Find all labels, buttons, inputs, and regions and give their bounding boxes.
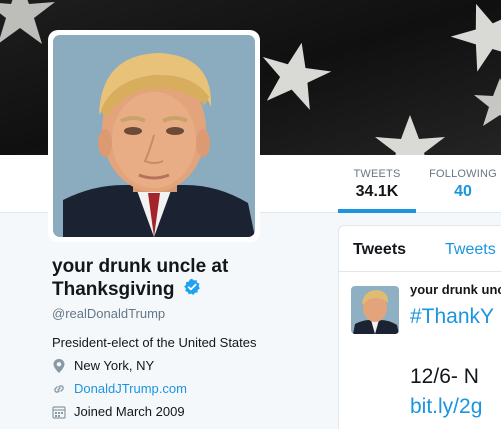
stat-tweets[interactable]: TWEETS 34.1K — [338, 155, 416, 213]
timeline-tabs: Tweets Tweets — [339, 226, 501, 272]
tweet-author[interactable]: your drunk unc — [410, 282, 501, 297]
profile-website: DonaldJTrump.com — [52, 381, 322, 396]
stat-following-label: FOLLOWING — [429, 168, 497, 180]
profile-bio: President-elect of the United States — [52, 335, 257, 350]
timeline-panel: Tweets Tweets your drunk unc #ThankY 12/… — [338, 225, 501, 429]
tweet-link[interactable]: bit.ly/2g — [410, 392, 494, 422]
stat-following-value: 40 — [454, 183, 472, 200]
stat-following[interactable]: FOLLOWING 40 — [424, 155, 501, 213]
avatar[interactable] — [53, 35, 255, 237]
tab-tweets-replies[interactable]: Tweets — [445, 241, 496, 259]
profile-handle[interactable]: @realDonaldTrump — [52, 306, 322, 321]
verified-badge-icon — [183, 278, 201, 302]
tweet-hashtag[interactable]: #ThankY — [410, 302, 494, 332]
profile-name-line1: your drunk uncle at — [52, 256, 229, 277]
calendar-icon — [52, 405, 66, 419]
profile-card: your drunk uncle at Thanksgiving @realDo… — [52, 256, 322, 419]
stat-tweets-value: 34.1K — [355, 183, 399, 200]
tweet-line-2: 12/6- N — [410, 365, 479, 388]
profile-name-line2: Thanksgiving — [52, 279, 175, 301]
profile-joined-text: Joined March 2009 — [74, 404, 185, 419]
tweet-text: #ThankY 12/6- N bit.ly/2g — [410, 302, 494, 422]
tab-tweets[interactable]: Tweets — [353, 241, 406, 259]
tweet-spacer — [410, 332, 494, 362]
profile-avatar-frame[interactable] — [48, 30, 260, 242]
location-pin-icon — [52, 358, 66, 373]
profile-name[interactable]: your drunk uncle at Thanksgiving — [52, 256, 322, 302]
tweet-avatar[interactable] — [351, 286, 399, 334]
profile-location-text: New York, NY — [74, 358, 155, 373]
profile-joined: Joined March 2009 — [52, 404, 322, 419]
stat-tweets-label: TWEETS — [353, 168, 401, 180]
profile-website-link[interactable]: DonaldJTrump.com — [74, 381, 187, 396]
link-icon — [52, 382, 66, 396]
profile-location: New York, NY — [52, 358, 322, 373]
